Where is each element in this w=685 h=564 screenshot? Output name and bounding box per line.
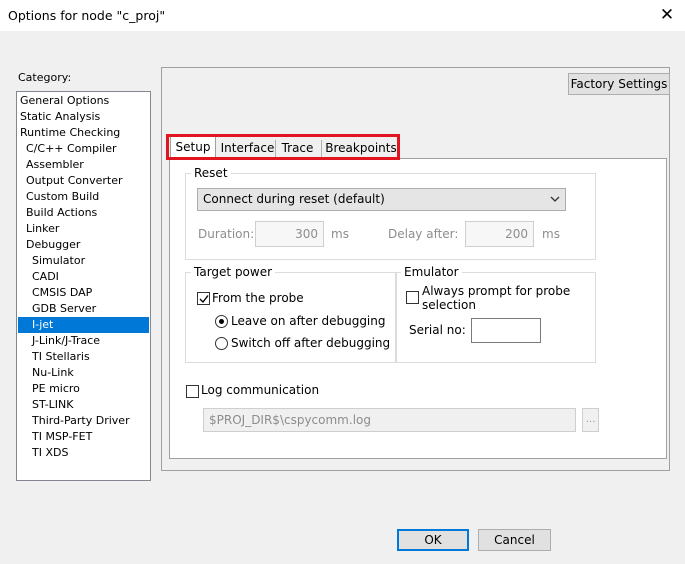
from-probe-checkbox[interactable] bbox=[197, 292, 210, 305]
ok-button[interactable]: OK bbox=[397, 529, 469, 551]
category-item[interactable]: TI MSP-FET bbox=[18, 429, 149, 445]
category-item[interactable]: Debugger bbox=[18, 237, 149, 253]
category-item[interactable]: I-jet bbox=[18, 317, 149, 333]
category-item[interactable]: General Options bbox=[18, 93, 149, 109]
title-bar: Options for node "c_proj" ✕ bbox=[0, 0, 685, 31]
category-item[interactable]: J-Link/J-Trace bbox=[18, 333, 149, 349]
leave-on-radio[interactable] bbox=[215, 315, 228, 328]
emulator-group-label: Emulator bbox=[401, 265, 462, 279]
category-item[interactable]: Output Converter bbox=[18, 173, 149, 189]
switch-off-radio[interactable] bbox=[215, 337, 228, 350]
close-icon[interactable]: ✕ bbox=[652, 3, 682, 28]
category-item[interactable]: TI XDS bbox=[18, 445, 149, 461]
category-item[interactable]: Custom Build bbox=[18, 189, 149, 205]
always-prompt-label-line2[interactable]: selection bbox=[422, 298, 476, 313]
from-probe-label[interactable]: From the probe bbox=[212, 291, 304, 306]
category-item[interactable]: Assembler bbox=[18, 157, 149, 173]
log-communication-checkbox[interactable] bbox=[186, 385, 199, 398]
window-title: Options for node "c_proj" bbox=[8, 8, 166, 23]
target-power-group-label: Target power bbox=[191, 265, 276, 279]
category-item[interactable]: PE micro bbox=[18, 381, 149, 397]
reset-mode-value: Connect during reset (default) bbox=[203, 192, 385, 206]
log-path-field: $PROJ_DIR$\cspycomm.log bbox=[203, 408, 576, 432]
duration-field: 300 bbox=[255, 221, 324, 247]
duration-label: Duration: bbox=[198, 227, 255, 241]
category-item[interactable]: ST-LINK bbox=[18, 397, 149, 413]
log-communication-label[interactable]: Log communication bbox=[201, 383, 319, 398]
reset-mode-select[interactable]: Connect during reset (default) bbox=[197, 188, 566, 211]
log-browse-button: ... bbox=[582, 408, 599, 432]
category-item[interactable]: Static Analysis bbox=[18, 109, 149, 125]
category-item[interactable]: CMSIS DAP bbox=[18, 285, 149, 301]
duration-unit: ms bbox=[331, 227, 349, 241]
category-item[interactable]: Simulator bbox=[18, 253, 149, 269]
delay-after-unit: ms bbox=[542, 227, 560, 241]
serial-no-input[interactable] bbox=[471, 318, 541, 343]
category-item[interactable]: TI Stellaris bbox=[18, 349, 149, 365]
delay-after-field: 200 bbox=[465, 221, 534, 247]
always-prompt-label-line1[interactable]: Always prompt for probe bbox=[422, 284, 570, 299]
category-list[interactable]: General Options Static Analysis Runtime Ch… bbox=[16, 91, 151, 481]
category-item[interactable]: Linker bbox=[18, 221, 149, 237]
factory-settings-button[interactable]: Factory Settings bbox=[568, 73, 670, 95]
leave-on-label[interactable]: Leave on after debugging bbox=[231, 314, 386, 329]
cancel-button[interactable]: Cancel bbox=[478, 529, 551, 551]
category-item[interactable]: GDB Server bbox=[18, 301, 149, 317]
reset-group bbox=[185, 173, 596, 260]
always-prompt-checkbox[interactable] bbox=[406, 291, 419, 304]
tab-highlight-box bbox=[166, 134, 400, 160]
category-item[interactable]: Third-Party Driver bbox=[18, 413, 149, 429]
category-label: Category: bbox=[18, 71, 72, 84]
switch-off-label[interactable]: Switch off after debugging bbox=[231, 336, 390, 351]
category-item[interactable]: C/C++ Compiler bbox=[18, 141, 149, 157]
category-item[interactable]: Runtime Checking bbox=[18, 125, 149, 141]
chevron-down-icon bbox=[549, 191, 561, 210]
delay-after-label: Delay after: bbox=[388, 227, 459, 241]
serial-no-label: Serial no: bbox=[409, 323, 466, 337]
reset-group-label: Reset bbox=[191, 166, 231, 180]
category-item[interactable]: Build Actions bbox=[18, 205, 149, 221]
category-item[interactable]: CADI bbox=[18, 269, 149, 285]
checkmark-icon bbox=[199, 295, 209, 304]
category-item[interactable]: Nu-Link bbox=[18, 365, 149, 381]
